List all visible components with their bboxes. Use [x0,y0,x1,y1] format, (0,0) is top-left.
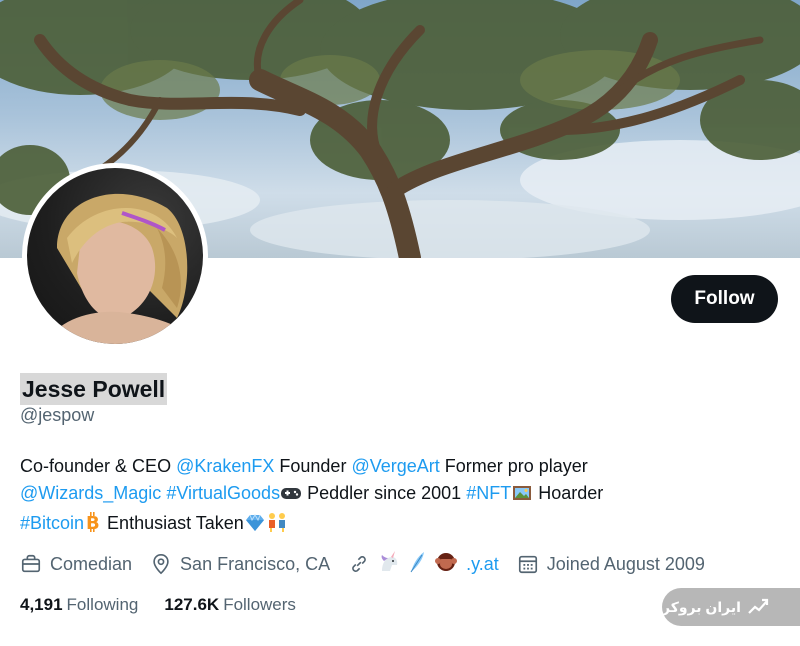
profile-avatar[interactable] [22,163,208,349]
hashtag-link-virtualgoods[interactable]: #VirtualGoods [166,483,280,503]
bio-text: Peddler since 2001 [302,483,467,503]
location-item: San Francisco, CA [150,553,330,575]
profession-text: Comedian [50,553,133,574]
bio-text: Co-founder & CEO [20,456,177,476]
profile-meta: Comedian San Francisco, CA .y.at Joined … [20,549,723,579]
follow-button[interactable]: Follow [671,275,778,323]
bio-text: Hoarder [533,483,604,503]
bio-text: Founder [274,456,352,476]
monkey-icon [434,551,466,578]
followers-count: 127.6K [164,595,220,614]
joined-item: Joined August 2009 [517,553,705,575]
mention-link-wizards-magic[interactable]: @Wizards_Magic [20,483,161,503]
calendar-icon [518,555,537,574]
followers-stat[interactable]: 127.6K Followers [164,595,296,615]
framed-picture-icon [511,483,533,510]
profile-name: Jesse Powell [20,373,168,405]
bio-text: Former pro player [439,456,588,476]
hashtag-link-nft[interactable]: #NFT [466,483,511,503]
following-count: 4,191 [20,595,63,614]
following-label: Following [66,595,139,614]
couple-icon [266,512,288,540]
game-controller-icon [280,483,302,510]
hashtag-link-bitcoin[interactable]: #Bitcoin [20,513,84,533]
location-pin-icon [153,554,169,575]
mention-link-vergeart[interactable]: @VergeArt [351,456,439,476]
bio-text: Enthusiast Taken [102,513,244,533]
joined-text: Joined August 2009 [546,553,705,574]
mention-link-krakenfx[interactable]: @KrakenFX [176,456,274,476]
svg-text:B: B [86,513,100,532]
gem-icon [244,513,266,540]
website-item[interactable]: .y.at [348,550,499,578]
watermark-badge: ایران بروکر [662,588,800,626]
profile-bio: Co-founder & CEO @KrakenFX Founder @Verg… [20,453,720,540]
bio-line-2: @Wizards_Magic #VirtualGoods Peddler sin… [20,480,720,510]
profession-item: Comedian [20,553,132,575]
profile-handle: @jespow [20,405,95,425]
feather-icon [408,551,434,578]
chart-arrow-icon [748,598,769,614]
location-text: San Francisco, CA [180,553,331,574]
unicorn-icon [378,550,408,578]
bio-line-1: Co-founder & CEO @KrakenFX Founder @Verg… [20,453,720,480]
following-stat[interactable]: 4,191 Following [20,595,138,615]
avatar-photo [27,168,203,344]
bitcoin-icon: B [84,512,102,540]
bio-line-3: #Bitcoin B Enthusiast Taken [20,510,720,540]
watermark-text: ایران بروکر [662,598,741,615]
website-link[interactable]: .y.at [466,554,499,575]
followers-label: Followers [223,595,296,614]
profile-stats: 4,191 Following 127.6K Followers [20,595,322,615]
briefcase-icon [21,554,41,573]
link-icon [352,556,366,572]
